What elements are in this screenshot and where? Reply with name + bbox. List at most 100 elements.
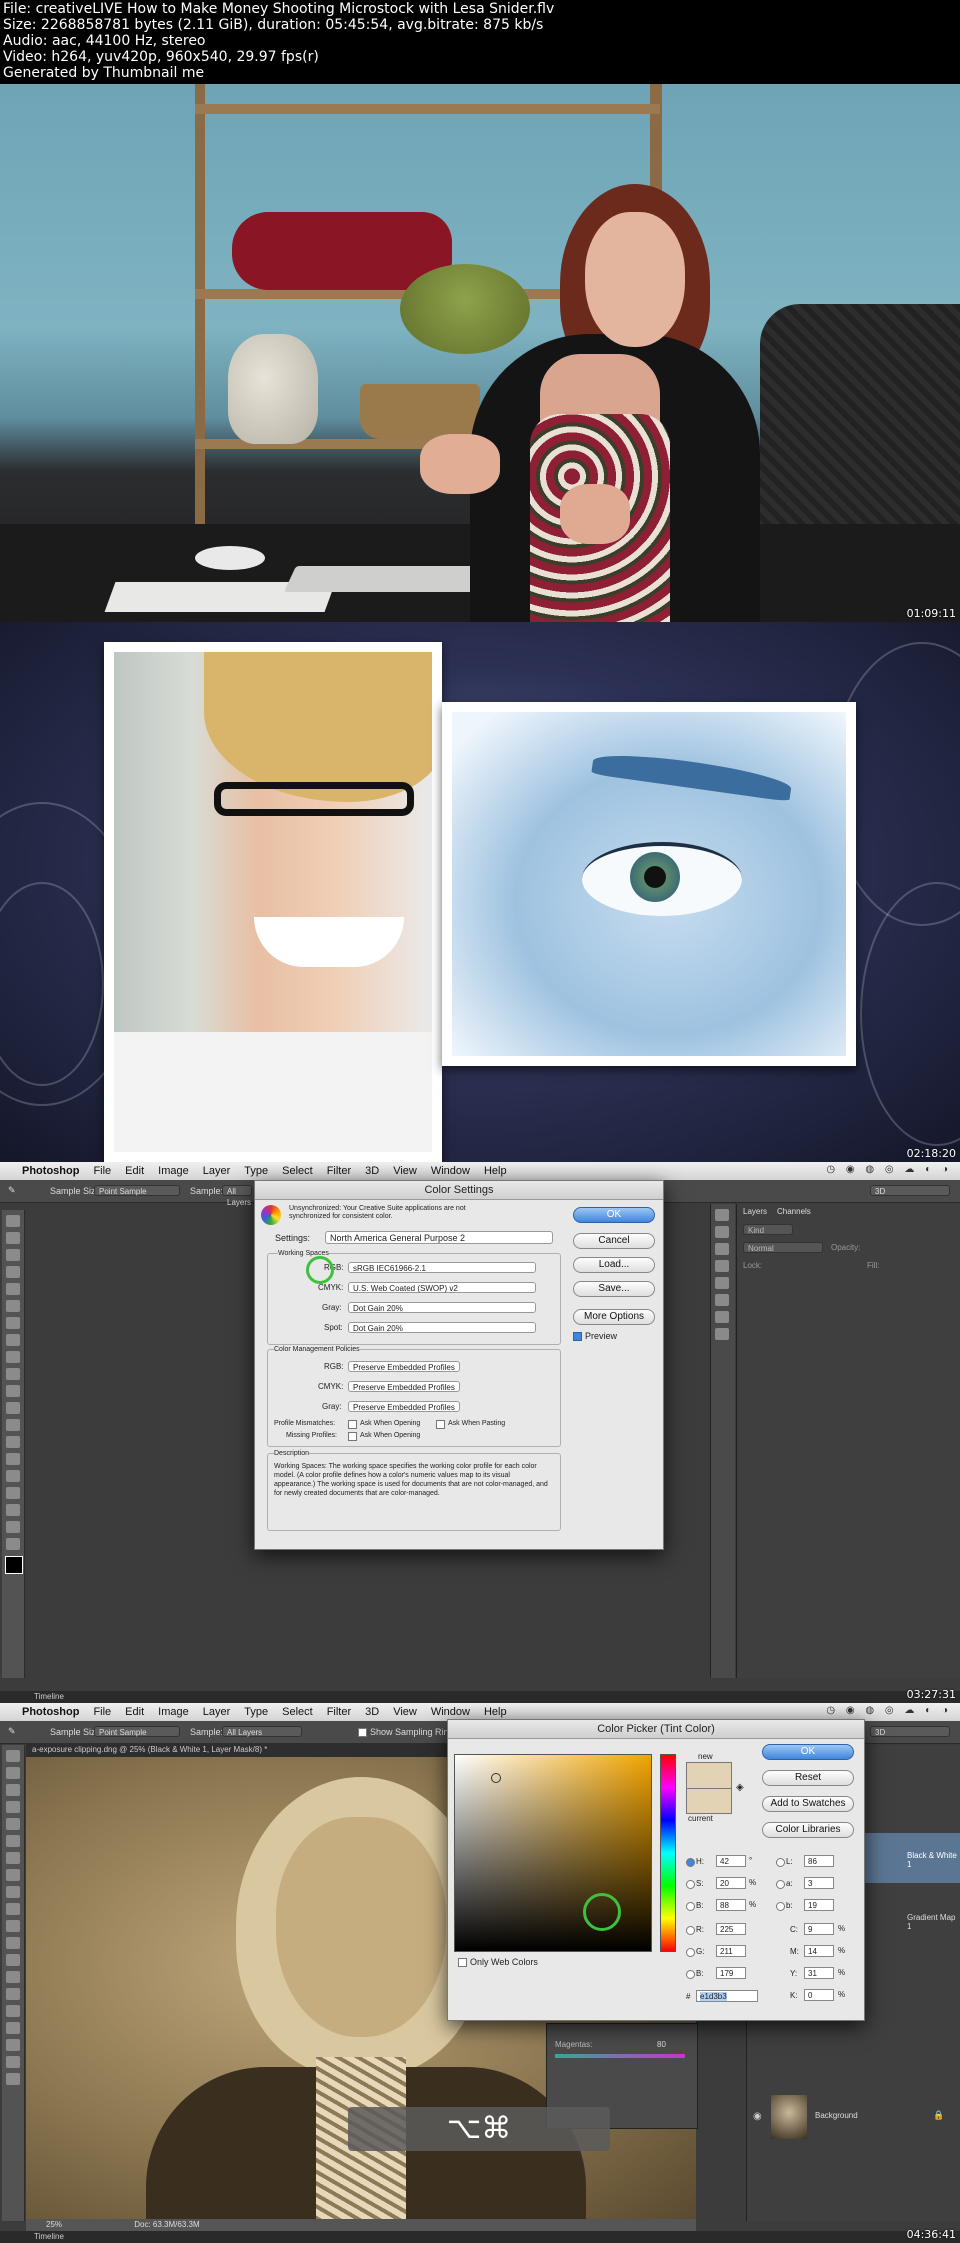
- eyedropper-tool-icon[interactable]: [6, 1300, 20, 1312]
- green-radio[interactable]: [686, 1948, 695, 1957]
- sample-select[interactable]: All Layers: [222, 1726, 302, 1737]
- hand-tool-icon[interactable]: [6, 2056, 20, 2068]
- gray-working-space-select[interactable]: Dot Gain 20%: [348, 1302, 536, 1313]
- menu-file[interactable]: File: [93, 1706, 111, 1718]
- only-web-colors-checkbox[interactable]: [458, 1958, 467, 1967]
- type-tool-icon[interactable]: [6, 2005, 20, 2017]
- path-select-icon[interactable]: [6, 2022, 20, 2034]
- menu-window[interactable]: Window: [431, 1706, 470, 1718]
- menu-type[interactable]: Type: [244, 1706, 268, 1718]
- add-to-swatches-button[interactable]: Add to Swatches: [762, 1796, 854, 1812]
- eyedropper-icon[interactable]: ✎: [8, 1726, 16, 1737]
- stamp-tool-icon[interactable]: [6, 1351, 20, 1363]
- crop-tool-icon[interactable]: [6, 1283, 20, 1295]
- crop-tool-icon[interactable]: [6, 1818, 20, 1830]
- eyedropper-tool-icon[interactable]: [6, 1835, 20, 1847]
- eraser-tool-icon[interactable]: [6, 1385, 20, 1397]
- g-field[interactable]: 211: [716, 1945, 746, 1957]
- menu-help[interactable]: Help: [484, 1706, 507, 1718]
- m-field[interactable]: 14: [804, 1945, 834, 1957]
- hex-field[interactable]: e1d3b3: [696, 1990, 758, 2002]
- color-field[interactable]: [454, 1754, 652, 1952]
- brush-panel-icon[interactable]: [715, 1294, 729, 1306]
- eye-visibility-icon[interactable]: ◉: [753, 2111, 762, 2122]
- blend-mode-select[interactable]: Normal: [743, 1242, 823, 1253]
- ok-button[interactable]: OK: [573, 1207, 655, 1223]
- settings-select[interactable]: North America General Purpose 2: [325, 1231, 553, 1244]
- load-button[interactable]: Load...: [573, 1257, 655, 1273]
- healing-tool-icon[interactable]: [6, 1317, 20, 1329]
- hue-slider[interactable]: [660, 1754, 676, 1952]
- zoom-level[interactable]: 25%: [46, 2220, 62, 2229]
- a-radio[interactable]: [776, 1880, 785, 1889]
- y-field[interactable]: 31: [804, 1967, 834, 1979]
- policy-cmyk-select[interactable]: Preserve Embedded Profiles: [348, 1381, 460, 1392]
- current-color-swatch[interactable]: [686, 1788, 732, 1814]
- quick-select-tool-icon[interactable]: [6, 1266, 20, 1278]
- menu-3d[interactable]: 3D: [365, 1165, 379, 1177]
- shape-tool-icon[interactable]: [6, 2039, 20, 2051]
- menu-3d[interactable]: 3D: [365, 1706, 379, 1718]
- r-field[interactable]: 225: [716, 1923, 746, 1935]
- lasso-tool-icon[interactable]: [6, 1249, 20, 1261]
- dodge-tool-icon[interactable]: [6, 1971, 20, 1983]
- l-field[interactable]: 86: [804, 1855, 834, 1867]
- h-field[interactable]: 42: [716, 1855, 746, 1867]
- hand-tool-icon[interactable]: [6, 1521, 20, 1533]
- color-swatches-icon[interactable]: [5, 1556, 23, 1574]
- eraser-tool-icon[interactable]: [6, 1920, 20, 1932]
- menu-filter[interactable]: Filter: [327, 1706, 351, 1718]
- color-libraries-button[interactable]: Color Libraries: [762, 1822, 854, 1838]
- blue-radio[interactable]: [686, 1970, 695, 1979]
- lasso-tool-icon[interactable]: [6, 1784, 20, 1796]
- save-button[interactable]: Save...: [573, 1281, 655, 1297]
- actions-panel-icon[interactable]: [715, 1226, 729, 1238]
- lightness-radio[interactable]: [776, 1858, 785, 1867]
- workspace-select[interactable]: 3D: [870, 1726, 950, 1737]
- cmyk-working-space-select[interactable]: U.S. Web Coated (SWOP) v2: [348, 1282, 536, 1293]
- workspace-select[interactable]: 3D: [870, 1185, 950, 1196]
- type-tool-icon[interactable]: [6, 1470, 20, 1482]
- a-field[interactable]: 3: [804, 1877, 834, 1889]
- missing-ask-when-opening-checkbox[interactable]: [348, 1432, 357, 1441]
- 3d-panel-icon[interactable]: [715, 1328, 729, 1340]
- ok-button[interactable]: OK: [762, 1744, 854, 1760]
- menu-view[interactable]: View: [393, 1165, 417, 1177]
- hue-radio[interactable]: [686, 1858, 695, 1867]
- brush-tool-icon[interactable]: [6, 1869, 20, 1881]
- tab-channels[interactable]: Channels: [777, 1207, 811, 1216]
- quick-select-tool-icon[interactable]: [6, 1801, 20, 1813]
- red-radio[interactable]: [686, 1926, 695, 1935]
- saturation-radio[interactable]: [686, 1880, 695, 1889]
- pen-tool-icon[interactable]: [6, 1453, 20, 1465]
- out-of-gamut-icon[interactable]: ◈: [736, 1782, 744, 1793]
- gradient-tool-icon[interactable]: [6, 1937, 20, 1949]
- ask-when-pasting-checkbox[interactable]: [436, 1420, 445, 1429]
- tool-presets-icon[interactable]: [715, 1311, 729, 1323]
- lab-b-field[interactable]: 19: [804, 1899, 834, 1911]
- history-panel-icon[interactable]: [715, 1209, 729, 1221]
- cancel-button[interactable]: Cancel: [573, 1233, 655, 1249]
- menu-select[interactable]: Select: [282, 1706, 313, 1718]
- healing-tool-icon[interactable]: [6, 1852, 20, 1864]
- blur-tool-icon[interactable]: [6, 1419, 20, 1431]
- menu-type[interactable]: Type: [244, 1165, 268, 1177]
- move-tool-icon[interactable]: [6, 1215, 20, 1227]
- spot-working-space-select[interactable]: Dot Gain 20%: [348, 1322, 536, 1333]
- menu-app[interactable]: Photoshop: [22, 1706, 79, 1718]
- policy-rgb-select[interactable]: Preserve Embedded Profiles: [348, 1361, 460, 1372]
- zoom-tool-icon[interactable]: [6, 1538, 20, 1550]
- menu-filter[interactable]: Filter: [327, 1165, 351, 1177]
- menu-help[interactable]: Help: [484, 1165, 507, 1177]
- sample-select[interactable]: All Layers: [222, 1185, 252, 1207]
- menu-edit[interactable]: Edit: [125, 1706, 144, 1718]
- gradient-tool-icon[interactable]: [6, 1402, 20, 1414]
- menu-window[interactable]: Window: [431, 1165, 470, 1177]
- b-field[interactable]: 88: [716, 1899, 746, 1911]
- menu-layer[interactable]: Layer: [203, 1706, 231, 1718]
- history-brush-icon[interactable]: [6, 1368, 20, 1380]
- shape-tool-icon[interactable]: [6, 1504, 20, 1516]
- c-field[interactable]: 9: [804, 1923, 834, 1935]
- move-tool-icon[interactable]: [6, 1750, 20, 1762]
- menu-view[interactable]: View: [393, 1706, 417, 1718]
